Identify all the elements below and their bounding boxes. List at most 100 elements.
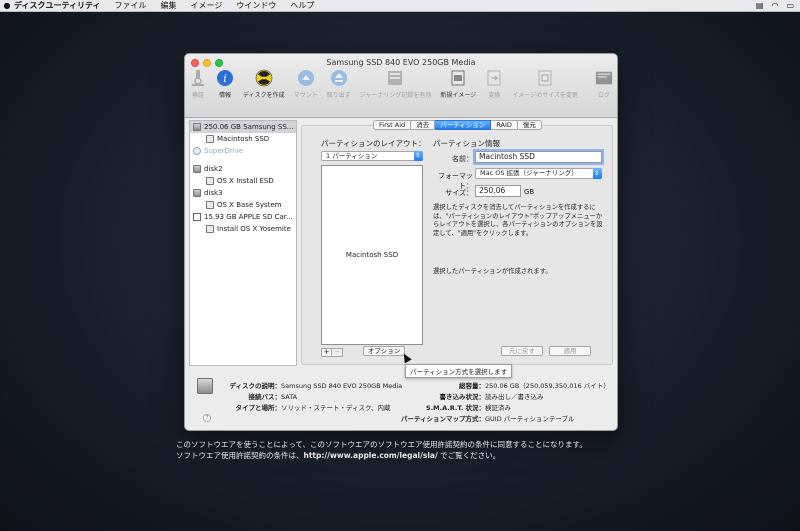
menu-edit[interactable]: 編集 <box>160 0 176 11</box>
disk-utility-window: Samsung SSD 840 EVO 250GB Media 検証 i 情報 … <box>184 53 618 431</box>
tab-raid[interactable]: RAID <box>491 120 518 130</box>
sidebar-item-label: Macintosh SSD <box>217 135 270 143</box>
sidebar-item-label: 250.06 GB Samsung SS... <box>204 123 294 131</box>
microscope-icon <box>189 69 207 87</box>
new-image-button[interactable]: 新規イメージ <box>440 69 476 99</box>
new-image-icon <box>449 69 467 87</box>
disk-icon <box>193 123 201 131</box>
menubar-status: ▤ ◠ ▭ <box>756 1 794 10</box>
sidebar-item-label: SuperDrive <box>204 147 244 155</box>
sidebar-item-label: disk2 <box>204 165 223 173</box>
partition-layout-select[interactable]: 1 パーティション <box>321 151 423 161</box>
tab-first-aid[interactable]: First Aid <box>373 120 412 130</box>
disk-icon <box>193 165 201 173</box>
burn-button[interactable]: ディスクを作成 <box>243 69 285 99</box>
battery-icon[interactable]: ▭ <box>786 1 794 10</box>
sidebar-item-label: OS X Install ESD <box>217 177 274 185</box>
eject-label: 取り出す <box>326 92 351 99</box>
size-field[interactable]: 250.06 <box>475 185 521 197</box>
sidebar-item-disk2[interactable]: disk2 <box>190 163 296 175</box>
smart-status-value: 検証済み <box>485 404 511 412</box>
menu-app[interactable]: ディスクユーティリティ <box>14 0 100 11</box>
sidebar-item-os-x-base-system[interactable]: OS X Base System <box>190 199 296 211</box>
tab-partition[interactable]: パーティション <box>435 120 492 130</box>
partition-map-row: パーティションマップ方式：GUID パーティションテーブル <box>399 413 575 423</box>
license-line-1: このソフトウエアを使うことによって、このソフトウエアのソフトウエア使用許諾契約の… <box>176 440 587 449</box>
license-url-link[interactable]: http://www.apple.com/legal/sla/ <box>304 451 438 460</box>
options-button[interactable]: オプション <box>363 346 405 356</box>
journal-button[interactable]: ジャーナリング記録を有効 <box>359 69 432 99</box>
info-button[interactable]: i 情報 <box>216 69 234 99</box>
menu-help[interactable]: ヘルプ <box>290 0 314 11</box>
apple-menu-icon[interactable]: ● <box>0 1 14 10</box>
tab-bar: First Aid 消去 パーティション RAID 復元 <box>373 120 542 130</box>
partition-map-value: GUID パーティションテーブル <box>485 415 575 423</box>
partition-info-heading: パーティション情報 <box>433 139 501 148</box>
sidebar-item-label: Install OS X Yosemite <box>217 225 291 233</box>
help-button[interactable]: ? <box>203 414 211 422</box>
menu-window[interactable]: ウインドウ <box>236 0 276 11</box>
disk-description-row: ディスクの説明：Samsung SSD 840 EVO 250GB Media <box>219 380 402 390</box>
mount-icon <box>297 69 315 87</box>
sidebar-item-install-os-x-yosemite[interactable]: Install OS X Yosemite <box>190 223 296 235</box>
name-field[interactable]: Macintosh SSD <box>475 151 602 163</box>
new-image-label: 新規イメージ <box>440 92 477 99</box>
add-partition-button[interactable]: + <box>321 348 332 357</box>
resize-image-icon <box>536 69 554 87</box>
convert-icon <box>485 69 503 87</box>
convert-label: 変換 <box>488 92 501 99</box>
optical-drive-icon <box>193 147 201 155</box>
disk-description-value: Samsung SSD 840 EVO 250GB Media <box>281 382 403 390</box>
license-line-2-suffix: でご覧ください。 <box>437 451 501 460</box>
remove-partition-button[interactable]: − <box>332 348 343 357</box>
resize-image-button[interactable]: イメージのサイズを変更 <box>512 69 578 99</box>
window-title: Samsung SSD 840 EVO 250GB Media <box>326 58 476 67</box>
license-line-2-prefix: ソフトウエア使用許諾契約の条件は、 <box>176 451 304 460</box>
size-unit: GB <box>524 188 535 196</box>
log-label: ログ <box>597 92 610 99</box>
log-icon <box>595 69 613 87</box>
sidebar-item-disk3[interactable]: disk3 <box>190 187 296 199</box>
wifi-icon[interactable]: ◠ <box>771 1 778 10</box>
format-value: Mac OS 拡張（ジャーナリング） <box>480 169 578 177</box>
sidebar-item-apple-sd-card[interactable]: 15.93 GB APPLE SD Car... <box>190 211 296 223</box>
partition-help-text: 選択したディスクを消去してパーティションを作成するには、"パーティションのレイア… <box>433 204 603 237</box>
svg-text:i: i <box>223 72 227 85</box>
menu-image[interactable]: イメージ <box>190 0 222 11</box>
tab-erase[interactable]: 消去 <box>411 120 436 130</box>
log-button[interactable]: ログ <box>595 69 613 99</box>
eject-icon <box>330 69 348 87</box>
disk-sidebar: 250.06 GB Samsung SS... Macintosh SSD Su… <box>189 120 297 366</box>
chevron-updown-icon <box>593 168 602 179</box>
menu-file[interactable]: ファイル <box>114 0 146 11</box>
convert-button[interactable]: 変換 <box>485 69 503 99</box>
partition-map[interactable]: Macintosh SSD <box>321 165 423 345</box>
disk-icon <box>197 378 213 394</box>
burn-label: ディスクを作成 <box>243 92 285 99</box>
tab-restore[interactable]: 復元 <box>517 120 542 130</box>
revert-button[interactable]: 元に戻す <box>501 346 543 356</box>
connection-bus-key: 接続バス： <box>248 393 282 401</box>
titlebar: Samsung SSD 840 EVO 250GB Media 検証 i 情報 … <box>185 54 617 118</box>
capacity-value: 250.06 GB（250,059,350,016 バイト） <box>485 382 610 390</box>
sidebar-item-os-x-install-esd[interactable]: OS X Install ESD <box>190 175 296 187</box>
journal-label: ジャーナリング記録を有効 <box>359 92 432 99</box>
sidebar-item-macintosh-ssd[interactable]: Macintosh SSD <box>190 133 296 145</box>
eject-button[interactable]: 取り出す <box>327 69 351 99</box>
partition-result-text: 選択したパーティションが作成されます。 <box>433 268 552 275</box>
sidebar-item-superdrive[interactable]: SuperDrive <box>190 145 296 157</box>
write-status-row: 書き込み状況：読み出し／書き込み <box>399 391 544 401</box>
verify-label: 検証 <box>191 92 204 99</box>
type-location-value: ソリッド・ステート・ディスク、内蔵 <box>281 404 391 412</box>
volume-icon <box>206 225 214 233</box>
partition-map-key: パーティションマップ方式： <box>400 415 485 423</box>
apply-button[interactable]: 適用 <box>549 346 591 356</box>
verify-button[interactable]: 検証 <box>189 69 207 99</box>
sidebar-item-samsung-ssd[interactable]: 250.06 GB Samsung SS... <box>190 121 296 133</box>
flag-icon[interactable]: ▤ <box>756 1 764 10</box>
volume-icon <box>206 177 214 185</box>
partition-layout-heading: パーティションのレイアウト： <box>321 139 426 148</box>
format-select[interactable]: Mac OS 拡張（ジャーナリング） <box>475 168 602 179</box>
write-status-value: 読み出し／書き込み <box>485 393 544 401</box>
mount-button[interactable]: マウント <box>294 69 318 99</box>
